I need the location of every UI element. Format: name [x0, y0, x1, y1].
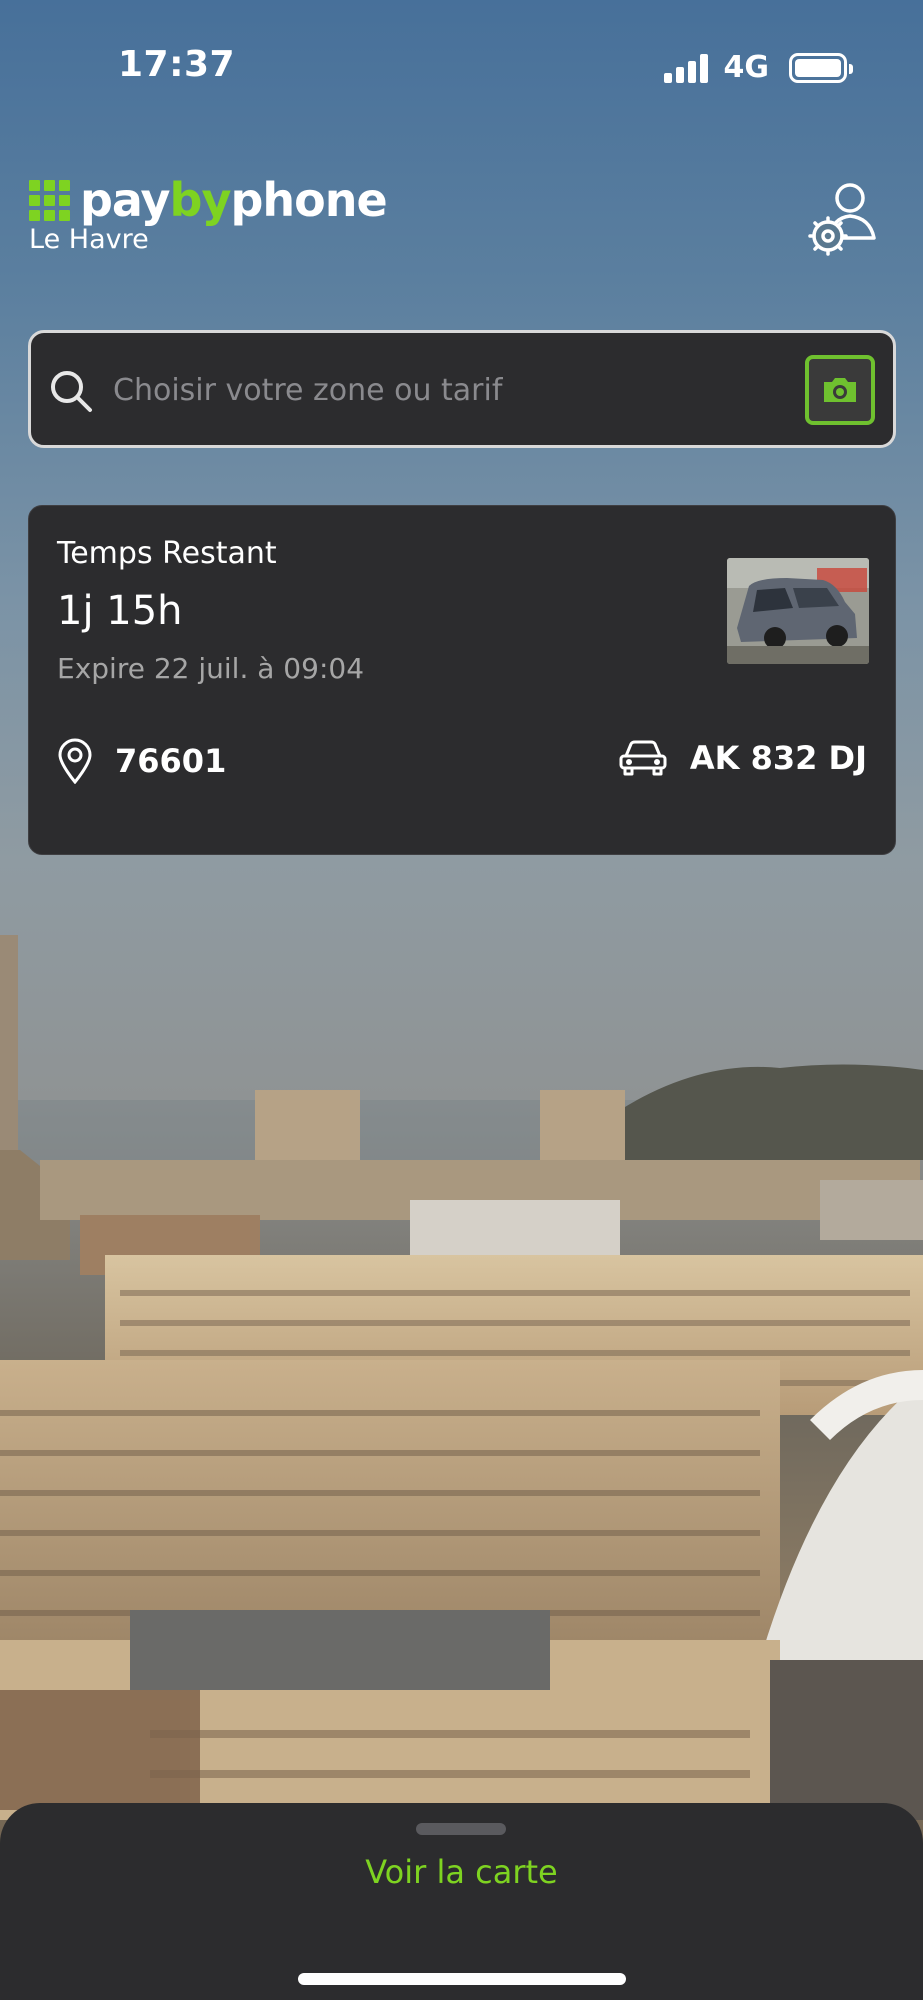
- brand-name: paybyphone: [80, 173, 388, 227]
- brand-logo: paybyphone Le Havre: [29, 173, 388, 255]
- account-settings-button[interactable]: [806, 180, 880, 260]
- zone-info: 76601: [57, 738, 226, 784]
- zone-number: 76601: [115, 742, 227, 780]
- status-indicators: 4G: [663, 50, 853, 85]
- camera-scan-button[interactable]: [805, 355, 875, 425]
- battery-icon: [789, 52, 853, 83]
- status-time: 17:37: [118, 44, 236, 85]
- network-type-label: 4G: [723, 50, 770, 85]
- remaining-time-label: Temps Restant: [57, 536, 277, 571]
- license-plate: AK 832 DJ: [689, 739, 867, 777]
- car-icon: [619, 740, 667, 776]
- location-pin-icon: [58, 738, 92, 784]
- remaining-time-value: 1j 15h: [57, 588, 183, 634]
- map-bottom-sheet[interactable]: Voir la carte: [0, 1803, 923, 2000]
- brand-grid-icon: [29, 179, 70, 221]
- home-indicator: [298, 1973, 626, 1985]
- brand-name-phone: phone: [230, 173, 387, 227]
- background-city-photo: [0, 935, 923, 1820]
- search-icon: [51, 371, 92, 412]
- zone-search-input[interactable]: [113, 363, 803, 417]
- cellular-signal-icon: [663, 53, 708, 83]
- vehicle-photo: [727, 558, 869, 664]
- expiry-text: Expire 22 juil. à 09:04: [57, 652, 365, 685]
- sheet-drag-handle[interactable]: [416, 1823, 506, 1835]
- view-map-link[interactable]: Voir la carte: [0, 1853, 923, 1891]
- brand-name-by: by: [169, 173, 232, 227]
- active-session-card[interactable]: Temps Restant 1j 15h Expire 22 juil. à 0…: [28, 505, 896, 855]
- city-label: Le Havre: [29, 224, 149, 255]
- user-settings-icon: [808, 183, 876, 256]
- vehicle-info: AK 832 DJ: [618, 738, 867, 778]
- zone-search-bar[interactable]: [28, 330, 896, 448]
- camera-icon: [824, 378, 856, 402]
- brand-name-pay: pay: [80, 173, 171, 227]
